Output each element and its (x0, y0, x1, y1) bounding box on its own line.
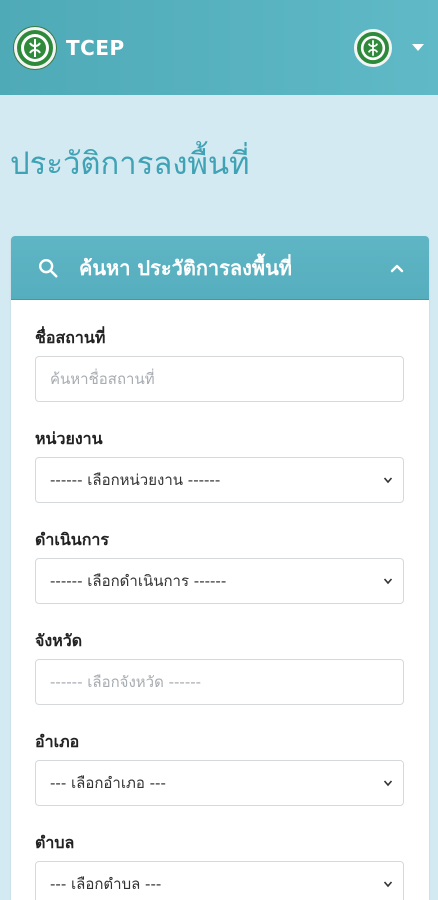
chevron-down-icon (383, 477, 393, 484)
page-title: ประวัติการลงพื้นที่ (10, 146, 250, 182)
chevron-down-icon (383, 578, 393, 585)
agency-select-value: ------ เลือกหน่วยงาน ------ (50, 471, 221, 489)
district-group: อำเภอ --- เลือกอำเภอ --- (35, 730, 405, 806)
agency-select[interactable]: ------ เลือกหน่วยงาน ------ (35, 457, 404, 503)
subdistrict-label: ตำบล (35, 833, 75, 852)
operation-select[interactable]: ------ เลือกดำเนินการ ------ (35, 558, 404, 604)
district-select-value: --- เลือกอำเภอ --- (50, 774, 166, 792)
brand-name[interactable]: TCEP (66, 36, 125, 60)
province-select-value: ------ เลือกจังหวัด ------ (50, 673, 202, 691)
operation-select-value: ------ เลือกดำเนินการ ------ (50, 572, 227, 590)
subdistrict-group: ตำบล --- เลือกตำบล --- (35, 831, 405, 900)
chevron-down-icon (383, 881, 393, 888)
user-menu[interactable] (354, 28, 424, 67)
operation-label: ดำเนินการ (35, 530, 109, 549)
subdistrict-select-value: --- เลือกตำบล --- (50, 875, 162, 893)
province-group: จังหวัด ------ เลือกจังหวัด ------ (35, 629, 405, 705)
agency-group: หน่วยงาน ------ เลือกหน่วยงาน ------ (35, 427, 405, 503)
place-name-input[interactable] (35, 356, 404, 402)
top-navbar: TCEP (0, 0, 438, 95)
district-label: อำเภอ (35, 732, 80, 751)
search-card-title: ค้นหา ประวัติการลงพื้นที่ (79, 255, 292, 280)
agency-label: หน่วยงาน (35, 429, 103, 448)
profile-seal-icon[interactable] (354, 28, 392, 67)
subdistrict-select[interactable]: --- เลือกตำบล --- (35, 861, 404, 900)
district-select[interactable]: --- เลือกอำเภอ --- (35, 760, 404, 806)
caret-down-icon[interactable] (412, 44, 424, 51)
chevron-down-icon (383, 780, 393, 787)
place-name-group: ชื่อสถานที่ (35, 326, 405, 402)
department-seal-icon[interactable] (14, 26, 56, 69)
search-form: ชื่อสถานที่ หน่วยงาน ------ เลือกหน่วยงา… (11, 300, 429, 900)
province-label: จังหวัด (35, 631, 83, 650)
chevron-up-icon[interactable] (389, 260, 405, 276)
search-icon (39, 258, 58, 278)
search-card: ค้นหา ประวัติการลงพื้นที่ ชื่อสถานที่ หน… (11, 236, 429, 900)
place-name-label: ชื่อสถานที่ (35, 328, 106, 347)
search-card-header[interactable]: ค้นหา ประวัติการลงพื้นที่ (11, 236, 429, 300)
operation-group: ดำเนินการ ------ เลือกดำเนินการ ------ (35, 528, 405, 604)
province-select[interactable]: ------ เลือกจังหวัด ------ (35, 659, 404, 705)
